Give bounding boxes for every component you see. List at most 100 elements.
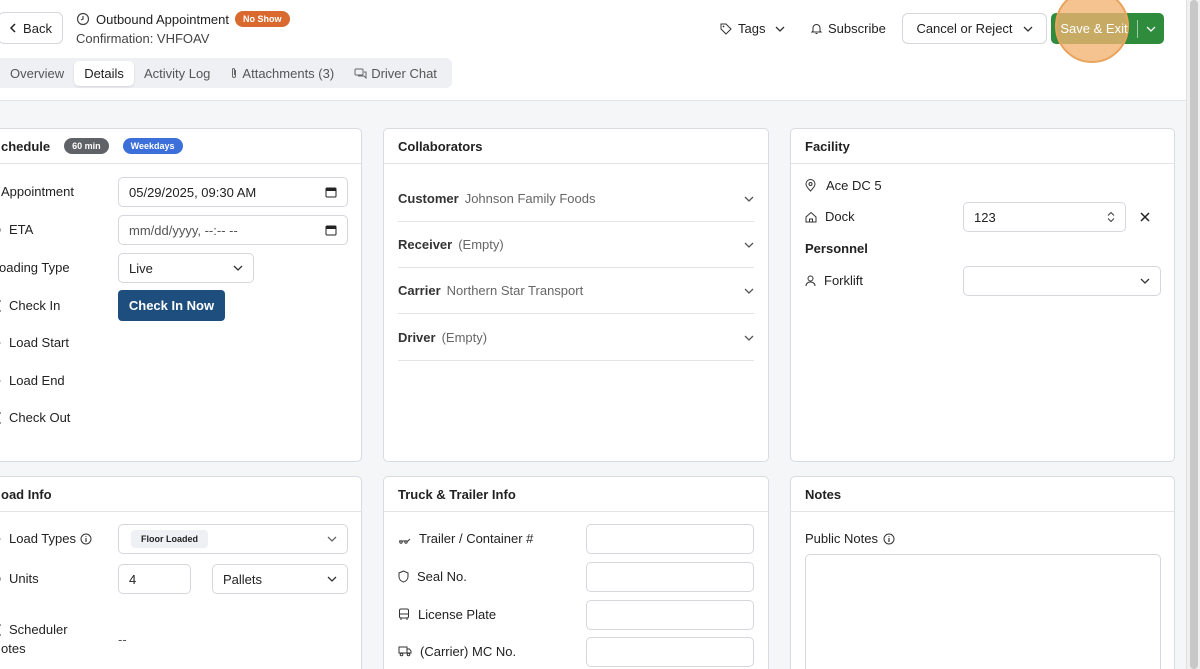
facility-location-name: Ace DC 5 bbox=[826, 178, 882, 193]
facility-card: Facility Ace DC 5 Dock 123 Personnel For… bbox=[790, 128, 1175, 462]
chevron-down-icon bbox=[775, 26, 785, 32]
public-notes-label: Public Notes bbox=[805, 531, 895, 546]
units-type-value: Pallets bbox=[223, 571, 263, 587]
schedule-card-header: chedule 60 min Weekdays bbox=[0, 129, 361, 164]
collaborator-row-carrier[interactable]: Carrier Northern Star Transport bbox=[398, 268, 754, 314]
scheduler-notes-label: Scheduler bbox=[9, 622, 68, 637]
stepper-icon[interactable] bbox=[1107, 211, 1115, 223]
public-notes-textarea[interactable] bbox=[805, 554, 1161, 669]
load-info-title: oad Info bbox=[1, 486, 52, 502]
save-options-toggle[interactable] bbox=[1138, 26, 1164, 32]
forklift-label-text: Forklift bbox=[824, 273, 863, 288]
personnel-heading: Personnel bbox=[805, 241, 868, 256]
tab-driver-chat[interactable]: Driver Chat bbox=[344, 61, 447, 86]
trailer-row-label: Trailer / Container # bbox=[398, 531, 533, 546]
units-row-label: Units bbox=[0, 571, 39, 586]
tab-driver-chat-label: Driver Chat bbox=[371, 65, 437, 81]
appointment-datetime-input[interactable]: 05/29/2025, 09:30 AM bbox=[118, 177, 348, 207]
mc-number-input[interactable] bbox=[586, 637, 754, 667]
load-start-label: Load Start bbox=[9, 335, 69, 350]
collaborator-key: Carrier bbox=[398, 283, 441, 298]
loading-type-select[interactable]: Live bbox=[118, 253, 254, 283]
chevron-down-icon bbox=[1140, 278, 1150, 284]
license-plate-input[interactable] bbox=[586, 600, 754, 630]
forklift-select[interactable] bbox=[963, 266, 1161, 296]
check-out-row-label: Check Out bbox=[0, 410, 70, 425]
details-panel: chedule 60 min Weekdays Appointment 05/2… bbox=[0, 101, 1186, 669]
tab-overview-label: Overview bbox=[10, 65, 65, 81]
tab-bar: Overview Details Activity Log Attachment… bbox=[0, 58, 452, 88]
plate-row-label: License Plate bbox=[398, 607, 496, 622]
seal-number-input[interactable] bbox=[586, 562, 754, 592]
collaborator-row-receiver[interactable]: Receiver (Empty) bbox=[398, 222, 754, 268]
cancel-label: Cancel or Reject bbox=[916, 21, 1013, 36]
collaborator-value: Johnson Family Foods bbox=[464, 191, 596, 206]
plate-label: License Plate bbox=[418, 607, 497, 622]
schedule-title: chedule bbox=[1, 138, 51, 154]
units-icon bbox=[0, 573, 1, 585]
dock-number-input[interactable]: 123 bbox=[963, 202, 1126, 232]
units-type-select[interactable]: Pallets bbox=[212, 564, 348, 594]
scheduler-notes-text: -- bbox=[118, 632, 127, 647]
tab-details[interactable]: Details bbox=[74, 60, 134, 86]
units-label: Units bbox=[9, 571, 39, 586]
load-info-card: oad Info Load Types Floor Loaded Units 4… bbox=[0, 476, 362, 669]
eta-row-label: ETA bbox=[0, 222, 33, 237]
close-icon[interactable] bbox=[1140, 212, 1150, 222]
cancel-or-reject-button[interactable]: Cancel or Reject bbox=[902, 13, 1047, 44]
clock-refresh-icon bbox=[76, 12, 90, 26]
check-in-now-button[interactable]: Check In Now bbox=[118, 290, 225, 321]
eta-label: ETA bbox=[9, 222, 34, 237]
eta-datetime-input[interactable]: mm/dd/yyyy, --:-- -- bbox=[118, 215, 348, 245]
collaborator-row-customer[interactable]: Customer Johnson Family Foods bbox=[398, 176, 754, 222]
back-label: Back bbox=[23, 20, 52, 36]
collaborator-value: Northern Star Transport bbox=[446, 283, 584, 298]
info-icon[interactable] bbox=[80, 533, 92, 545]
clock-icon bbox=[0, 224, 1, 236]
chevron-down-icon bbox=[327, 536, 337, 542]
mc-label: (Carrier) MC No. bbox=[420, 644, 517, 659]
truck-icon bbox=[398, 646, 412, 657]
notes-title: Notes bbox=[805, 486, 842, 502]
mc-row-label: (Carrier) MC No. bbox=[398, 644, 516, 659]
trailer-number-input[interactable] bbox=[586, 524, 754, 554]
eta-placeholder: mm/dd/yyyy, --:-- -- bbox=[129, 222, 238, 238]
seal-label: Seal No. bbox=[417, 569, 467, 584]
calendar-icon[interactable] bbox=[325, 186, 337, 198]
tab-activity-log-label: Activity Log bbox=[143, 65, 211, 81]
collaborator-value: (Empty) bbox=[441, 330, 488, 345]
tab-attachments[interactable]: Attachments (3) bbox=[220, 61, 344, 86]
scrollbar-thumb[interactable] bbox=[1190, 0, 1198, 669]
paperclip-icon bbox=[230, 67, 238, 79]
load-icon bbox=[0, 375, 1, 387]
calendar-icon[interactable] bbox=[325, 224, 337, 236]
load-types-select[interactable]: Floor Loaded bbox=[118, 524, 348, 554]
dock-value: 123 bbox=[974, 209, 996, 225]
home-icon bbox=[805, 211, 817, 223]
load-types-label: Load Types bbox=[9, 531, 76, 546]
scheduler-notes-label-cont: otes bbox=[1, 641, 26, 656]
subscribe-button[interactable]: Subscribe bbox=[811, 13, 886, 44]
units-quantity-input[interactable]: 4 bbox=[118, 564, 191, 594]
forklift-label: Forklift bbox=[805, 273, 863, 288]
dock-label-text: Dock bbox=[825, 209, 855, 224]
info-icon[interactable] bbox=[883, 533, 895, 545]
checkbox-icon bbox=[0, 624, 1, 636]
schedule-card: chedule 60 min Weekdays Appointment 05/2… bbox=[0, 128, 362, 462]
load-icon bbox=[0, 337, 1, 349]
collaborator-row-driver[interactable]: Driver (Empty) bbox=[398, 315, 754, 361]
chevron-down-icon bbox=[327, 576, 337, 582]
tab-activity-log[interactable]: Activity Log bbox=[134, 61, 220, 86]
appointment-title-row: Outbound Appointment No Show bbox=[76, 11, 290, 27]
back-button[interactable]: Back bbox=[0, 12, 63, 44]
collaborators-card-header: Collaborators bbox=[384, 129, 768, 164]
tab-overview[interactable]: Overview bbox=[0, 61, 74, 86]
truck-trailer-card: Truck & Trailer Info Trailer / Container… bbox=[383, 476, 769, 669]
chat-icon bbox=[354, 68, 367, 79]
trailer-icon bbox=[398, 534, 411, 544]
facility-card-header: Facility bbox=[791, 129, 1174, 164]
tags-dropdown[interactable]: Tags bbox=[720, 13, 785, 44]
scheduler-notes-row-label: Scheduler bbox=[0, 622, 68, 637]
tag-icon bbox=[720, 23, 732, 35]
vertical-scrollbar[interactable] bbox=[1186, 0, 1200, 669]
